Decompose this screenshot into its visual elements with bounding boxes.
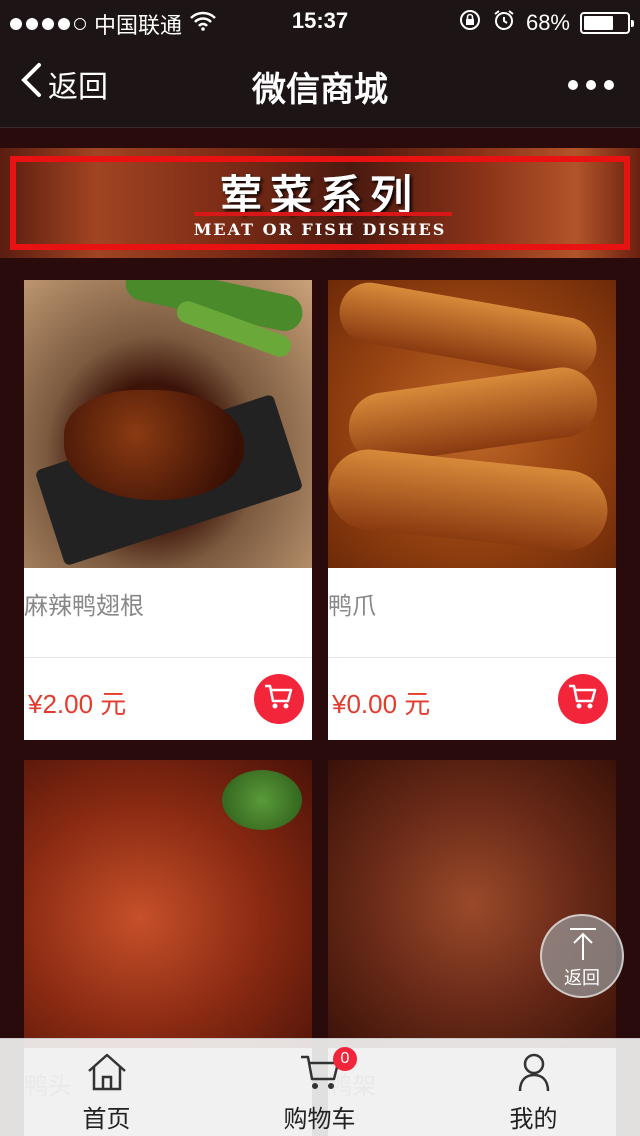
page-title: 微信商城 bbox=[252, 71, 388, 109]
cart-icon bbox=[264, 683, 294, 716]
product-price: ¥0.00 元 bbox=[332, 689, 431, 719]
product-image[interactable] bbox=[328, 760, 616, 1048]
battery-icon bbox=[580, 12, 634, 34]
back-to-top-label: 返回 bbox=[564, 968, 600, 988]
battery-percent: 68% bbox=[525, 10, 570, 35]
nav-bar: 返回 微信商城 bbox=[0, 40, 640, 128]
banner-underline bbox=[194, 212, 452, 216]
add-to-cart-button[interactable] bbox=[254, 674, 304, 724]
arrow-up-icon bbox=[568, 926, 598, 967]
cart-count-badge: 0 bbox=[333, 1047, 357, 1071]
status-bar: 中国联通 15:37 68% bbox=[0, 0, 640, 40]
add-to-cart-button[interactable] bbox=[558, 674, 608, 724]
back-to-top-button[interactable]: 返回 bbox=[540, 914, 624, 998]
more-menu-icon[interactable] bbox=[568, 80, 614, 90]
tab-cart[interactable]: 0 购物车 bbox=[213, 1039, 426, 1136]
price-bar: ¥2.00 元 bbox=[24, 658, 312, 740]
home-icon bbox=[85, 1051, 129, 1098]
product-name: 麻辣鸭翅根 bbox=[24, 568, 312, 658]
tab-mine[interactable]: 我的 bbox=[427, 1039, 640, 1136]
product-price: ¥2.00 元 bbox=[28, 689, 127, 719]
banner-subtitle: MEAT OR FISH DISHES bbox=[193, 220, 447, 239]
status-right: 68% bbox=[458, 8, 634, 38]
product-card[interactable]: 麻辣鸭翅根 ¥2.00 元 bbox=[24, 280, 312, 740]
product-card[interactable]: 鸭爪 ¥0.00 元 bbox=[328, 280, 616, 740]
product-image[interactable] bbox=[24, 760, 312, 1048]
bottom-tab-bar: 首页 0 购物车 我的 bbox=[0, 1038, 640, 1136]
product-name: 鸭爪 bbox=[328, 568, 616, 658]
tab-cart-label: 购物车 bbox=[283, 1106, 356, 1133]
tab-home-label: 首页 bbox=[82, 1106, 131, 1133]
alarm-icon bbox=[492, 8, 516, 38]
category-banner: 荤菜系列 MEAT OR FISH DISHES bbox=[0, 148, 640, 258]
cart-icon bbox=[568, 683, 598, 716]
tab-home[interactable]: 首页 bbox=[0, 1039, 213, 1136]
rotation-lock-icon bbox=[458, 8, 482, 38]
product-image[interactable] bbox=[328, 280, 616, 568]
tab-mine-label: 我的 bbox=[509, 1106, 558, 1133]
product-image[interactable] bbox=[24, 280, 312, 568]
user-icon bbox=[512, 1051, 556, 1098]
price-bar: ¥0.00 元 bbox=[328, 658, 616, 740]
